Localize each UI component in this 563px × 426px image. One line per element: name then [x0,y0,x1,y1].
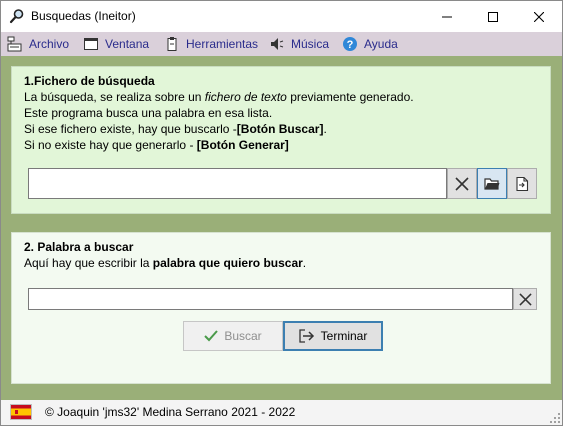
menu-ayuda-label: Ayuda [364,37,398,51]
finish-button[interactable]: Terminar [283,321,383,351]
search-button-label: Buscar [224,329,262,343]
maximize-icon [488,11,498,22]
panel1-line3-a: Si ese fichero existe, hay que buscarlo … [24,122,237,136]
window-icon [83,36,99,52]
menu-ayuda[interactable]: ? Ayuda [342,32,398,56]
clear-x-icon [518,292,532,306]
new-file-icon [516,176,529,191]
app-window: Busquedas (Ineitor) Archivo Ventana Herr… [0,0,563,426]
panel1-line4-emph: [Botón Generar] [196,138,289,152]
clear-file-button[interactable] [447,168,477,199]
panel1-line3-c: . [323,122,327,136]
panel1-line1: La búsqueda, se realiza sobre un fichero… [24,90,414,104]
file-search-panel: 1.Fichero de búsqueda La búsqueda, se re… [11,66,551,214]
tools-icon [164,36,180,52]
menu-ventana-label: Ventana [105,37,150,51]
finish-button-label: Terminar [320,329,368,343]
window-title: Busquedas (Ineitor) [31,9,136,23]
folder-open-icon [484,177,500,190]
checkmark-icon [204,330,219,342]
panel1-line3: Si ese fichero existe, hay que buscarlo … [24,122,327,136]
generate-file-button[interactable] [507,168,537,199]
menu-bar: Archivo Ventana Herramientas Música ? Ay… [1,32,562,56]
word-search-panel: 2. Palabra a buscar Aquí hay que escribi… [11,232,551,384]
menu-herramientas[interactable]: Herramientas [164,32,258,56]
menu-musica-label: Música [291,37,330,51]
panel1-line1-a: La búsqueda, se realiza sobre un [24,90,205,104]
panel1-line1-emph: fichero de texto [204,90,287,104]
search-button[interactable]: Buscar [183,321,283,351]
panel2-desc-a: Aquí hay que escribir la [24,256,153,270]
panel1-line3-emph: [Botón Buscar] [236,122,324,136]
maximize-button[interactable] [470,1,516,32]
panel1-title: 1.Fichero de búsqueda [24,74,155,88]
copyright-text: © Joaquin 'jms32' Medina Serrano 2021 - … [45,405,296,419]
exit-arrow-icon [299,329,315,343]
panel2-desc-c: . [302,256,307,270]
svg-text:?: ? [347,39,354,51]
minimize-button[interactable] [424,1,470,32]
menu-archivo-label: Archivo [29,37,70,51]
archive-icon [7,36,23,52]
menu-herramientas-label: Herramientas [186,37,259,51]
minimize-icon [442,16,452,17]
resize-grip-icon[interactable] [550,413,560,423]
speaker-icon [269,36,285,52]
help-icon: ? [342,36,358,52]
search-word-input[interactable] [28,288,513,310]
panel1-line4: Si no existe hay que generarlo - [Botón … [24,138,289,152]
file-path-input[interactable] [28,168,447,199]
menu-ventana[interactable]: Ventana [83,32,149,56]
spanish-flag-icon[interactable] [10,404,32,420]
panel1-line1-c: previamente generado. [286,90,414,104]
main-content: 1.Fichero de búsqueda La búsqueda, se re… [1,56,562,400]
panel2-title: 2. Palabra a buscar [24,240,134,254]
menu-musica[interactable]: Música [269,32,329,56]
status-bar: © Joaquin 'jms32' Medina Serrano 2021 - … [1,400,562,425]
close-icon [534,11,544,22]
panel2-desc-emph: palabra que quiero buscar [152,256,303,270]
clear-x-icon [455,176,469,191]
panel2-desc: Aquí hay que escribir la palabra que qui… [24,256,306,270]
browse-file-button[interactable] [477,168,507,199]
panel1-line4-a: Si no existe hay que generarlo - [24,138,197,152]
menu-archivo[interactable]: Archivo [7,32,69,56]
close-window-button[interactable] [516,1,562,32]
panel1-line2: Este programa busca una palabra en esa l… [24,106,273,120]
title-bar[interactable]: Busquedas (Ineitor) [1,1,562,32]
magnifier-icon [9,8,25,24]
clear-word-button[interactable] [513,288,537,310]
